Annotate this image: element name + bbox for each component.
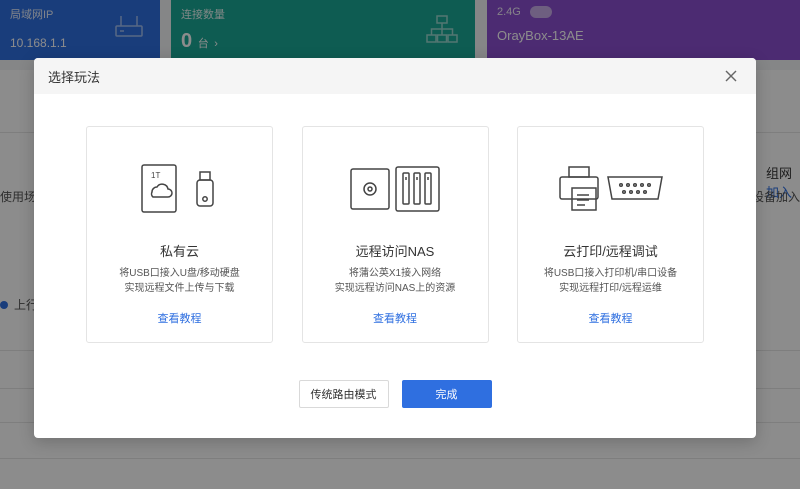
printer-serial-icon [518, 161, 703, 217]
view-tutorial-link[interactable]: 查看教程 [158, 310, 202, 326]
usb-storage-icon: 1T [87, 161, 272, 217]
option-description: 将USB口接入打印机/串口设备 实现远程打印/远程运维 [518, 266, 703, 296]
option-cloud-print[interactable]: 云打印/远程调试 将USB口接入打印机/串口设备 实现远程打印/远程运维 查看教… [517, 126, 704, 343]
option-title: 私有云 [159, 244, 199, 259]
option-list: 1T 私有云 将USB口接入U盘/移动硬盘 实现远程文件上传与下载 查看教程 远… [86, 126, 704, 343]
dialog-header: 选择玩法 [34, 58, 756, 94]
option-desc-line: 将USB口接入U盘/移动硬盘 [119, 268, 240, 279]
option-desc-line: 将USB口接入打印机/串口设备 [543, 268, 678, 279]
view-tutorial-link[interactable]: 查看教程 [589, 310, 633, 326]
dialog-footer: 传统路由模式 完成 [34, 380, 756, 408]
option-title: 云打印/远程调试 [563, 244, 658, 259]
storage-capacity-label: 1T [151, 171, 160, 180]
done-button[interactable]: 完成 [401, 380, 492, 408]
view-tutorial-link[interactable]: 查看教程 [373, 310, 417, 326]
option-remote-nas[interactable]: 远程访问NAS 将蒲公英X1接入网络 实现远程访问NAS上的资源 查看教程 [301, 126, 489, 343]
option-description: 将USB口接入U盘/移动硬盘 实现远程文件上传与下载 [87, 266, 272, 296]
option-desc-line: 实现远程文件上传与下载 [124, 283, 235, 294]
option-description: 将蒲公英X1接入网络 实现远程访问NAS上的资源 [303, 266, 488, 296]
choose-mode-dialog: 选择玩法 1T 私有云 将USB口接入U盘/移动硬盘 实现远程文件上传与下载 查… [34, 58, 756, 438]
option-desc-line: 实现远程访问NAS上的资源 [334, 283, 456, 294]
nas-device-icon [303, 161, 488, 217]
traditional-router-mode-button[interactable]: 传统路由模式 [298, 380, 389, 408]
dialog-title: 选择玩法 [48, 69, 101, 85]
option-desc-line: 将蒲公英X1接入网络 [348, 268, 442, 279]
option-private-cloud[interactable]: 1T 私有云 将USB口接入U盘/移动硬盘 实现远程文件上传与下载 查看教程 [86, 126, 273, 343]
close-icon[interactable] [722, 67, 740, 85]
option-title: 远程访问NAS [355, 244, 435, 259]
option-desc-line: 实现远程打印/远程运维 [559, 283, 662, 294]
